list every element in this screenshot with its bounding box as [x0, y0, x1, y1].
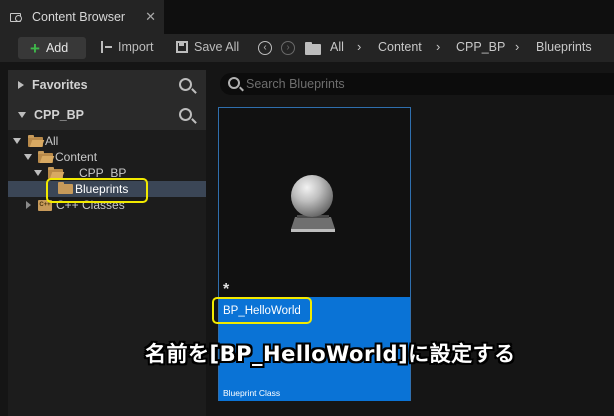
import-icon: [101, 41, 113, 53]
expand-arrow-icon: [18, 81, 24, 89]
tree-item-label: Content: [55, 150, 98, 164]
annotation-text: 名前を[BP_HelloWorld]に設定する: [145, 342, 516, 366]
plus-icon: +: [30, 38, 40, 58]
add-button[interactable]: + Add: [18, 37, 86, 59]
search-icon: [228, 77, 240, 89]
folder-icon: [305, 42, 321, 55]
collapse-arrow-icon: [18, 112, 26, 118]
close-icon[interactable]: ✕: [145, 9, 156, 25]
toolbar: + Add Import Save All ‹ › All › Content …: [0, 34, 614, 62]
breadcrumb-blueprints[interactable]: Blueprints: [536, 40, 592, 54]
folder-open-icon: [38, 151, 53, 163]
search-icon[interactable]: [179, 108, 192, 121]
highlight-box-blueprints: [46, 178, 148, 203]
collapse-arrow-icon: [13, 138, 21, 144]
add-button-label: Add: [45, 41, 69, 55]
tree-item-all[interactable]: All: [8, 133, 206, 149]
project-header-label: CPP_BP: [34, 108, 85, 122]
back-icon[interactable]: ‹: [258, 41, 272, 55]
tab-bar: Content Browser ✕: [0, 0, 614, 34]
import-button[interactable]: Import: [101, 40, 153, 54]
collapse-arrow-icon: [34, 170, 42, 176]
asset-type: Blueprint Class: [223, 388, 281, 398]
highlight-box-asset-name: [212, 297, 312, 324]
breadcrumb-content[interactable]: Content: [378, 40, 422, 54]
save-icon: [176, 41, 188, 53]
content-browser-icon: [10, 11, 24, 23]
favorites-header[interactable]: Favorites: [8, 70, 206, 100]
folder-open-icon: [28, 135, 43, 147]
expand-arrow-icon: [26, 201, 31, 209]
breadcrumb-all[interactable]: All: [330, 40, 344, 54]
chevron-right-icon: ›: [436, 39, 441, 54]
search-input[interactable]: [246, 76, 606, 92]
save-all-button[interactable]: Save All: [176, 40, 239, 54]
import-button-label: Import: [118, 40, 154, 54]
collapse-arrow-icon: [24, 154, 32, 160]
tab-content-browser[interactable]: Content Browser ✕: [0, 0, 164, 34]
forward-icon[interactable]: ›: [281, 41, 295, 55]
save-all-button-label: Save All: [194, 40, 240, 54]
breadcrumb-cpp-bp[interactable]: CPP_BP: [456, 40, 505, 54]
favorites-header-label: Favorites: [32, 78, 88, 92]
tree-item-label: All: [45, 134, 59, 148]
chevron-right-icon: ›: [515, 39, 520, 54]
project-header[interactable]: CPP_BP: [8, 100, 206, 130]
blueprint-sphere-icon: [291, 175, 333, 217]
asset-thumbnail: *: [219, 108, 410, 298]
tree-item-content[interactable]: Content: [8, 149, 206, 165]
tab-title: Content Browser: [32, 10, 126, 24]
search-icon[interactable]: [179, 78, 192, 91]
chevron-right-icon: ›: [357, 39, 362, 54]
search-bar[interactable]: [220, 73, 614, 95]
